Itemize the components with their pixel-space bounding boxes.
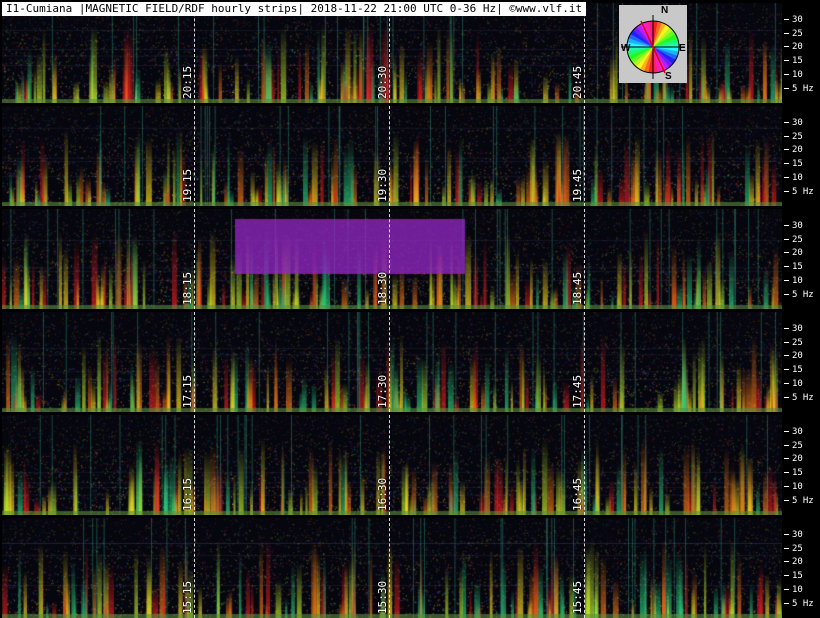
- spectrogram-image: [2, 209, 782, 309]
- frequency-axis: 30 25 20 15 10 5 Hz: [784, 106, 820, 206]
- spectrogram-strip-16: 16:15 16:30 16:45: [2, 415, 782, 515]
- time-label-1945: 19:45: [571, 168, 584, 202]
- frequency-axis: 30 25 20 15 10 5 Hz: [784, 312, 820, 412]
- frequency-tick-label: 15: [784, 572, 803, 581]
- frequency-tick-label: 25: [784, 544, 803, 554]
- time-label-1530: 15:30: [376, 580, 389, 614]
- time-label-1630: 16:30: [376, 477, 389, 511]
- frequency-tick-label: 30: [784, 221, 803, 231]
- quarter-hour-separator: [584, 106, 585, 206]
- quarter-hour-separator: [584, 312, 585, 412]
- quarter-hour-separator: [389, 415, 390, 515]
- quarter-hour-separator: [389, 518, 390, 618]
- quarter-hour-separator: [194, 3, 195, 103]
- frequency-tick-label: 30: [784, 324, 803, 334]
- spectrogram-image: [2, 106, 782, 206]
- quarter-hour-separator: [584, 209, 585, 309]
- time-label-1615: 16:15: [181, 477, 194, 511]
- frequency-tick-label: 15: [784, 366, 803, 375]
- frequency-tick-label: 10: [784, 380, 803, 389]
- frequency-tick-label: 30: [784, 15, 803, 25]
- frequency-tick-label: 20: [784, 249, 803, 258]
- compass-west-label: W: [621, 43, 631, 54]
- time-label-2015: 20:15: [181, 65, 194, 99]
- spectrogram-strip-18: 18:15 18:30 18:45: [2, 209, 782, 309]
- time-label-1730: 17:30: [376, 374, 389, 408]
- frequency-axis: 30 25 20 15 10 5 Hz: [784, 209, 820, 309]
- time-label-2030: 20:30: [376, 65, 389, 99]
- frequency-tick-label: 20: [784, 455, 803, 464]
- quarter-hour-separator: [584, 415, 585, 515]
- quarter-hour-separator: [194, 106, 195, 206]
- spectrogram-image: [2, 312, 782, 412]
- compass-north-label: N: [661, 5, 669, 16]
- frequency-axis: 30 25 20 15 10 5 Hz: [784, 518, 820, 618]
- frequency-axis: 30 25 20 15 10 5 Hz: [784, 415, 820, 515]
- spectrogram-strip-19: 19:15 19:30 19:45: [2, 106, 782, 206]
- frequency-tick-label: 10: [784, 71, 803, 80]
- time-label-2045: 20:45: [571, 65, 584, 99]
- compass-south-label: S: [665, 71, 672, 82]
- frequency-tick-label: 25: [784, 441, 803, 451]
- frequency-tick-label: 5 Hz: [784, 394, 814, 403]
- time-label-1745: 17:45: [571, 374, 584, 408]
- quarter-hour-separator: [389, 3, 390, 103]
- frequency-tick-label: 25: [784, 29, 803, 39]
- frequency-tick-label: 25: [784, 235, 803, 245]
- chart-title: I1-Cumiana |MAGNETIC FIELD/RDF hourly st…: [2, 2, 587, 16]
- frequency-tick-label: 5 Hz: [784, 85, 814, 94]
- quarter-hour-separator: [389, 209, 390, 309]
- frequency-tick-label: 15: [784, 469, 803, 478]
- time-label-1715: 17:15: [181, 374, 194, 408]
- frequency-tick-label: 10: [784, 277, 803, 286]
- quarter-hour-separator: [584, 3, 585, 103]
- quarter-hour-separator: [584, 518, 585, 618]
- quarter-hour-separator: [194, 312, 195, 412]
- quarter-hour-separator: [389, 106, 390, 206]
- spectrogram-strip-15: 15:15 15:30 15:45: [2, 518, 782, 618]
- time-label-1830: 18:30: [376, 271, 389, 305]
- compass-east-label: E: [679, 43, 686, 54]
- frequency-tick-label: 5 Hz: [784, 497, 814, 506]
- frequency-tick-label: 10: [784, 586, 803, 595]
- direction-color-wheel: N E S W: [619, 5, 687, 83]
- frequency-tick-label: 5 Hz: [784, 291, 814, 300]
- frequency-tick-label: 20: [784, 146, 803, 155]
- spectrogram-image: [2, 518, 782, 618]
- time-label-1645: 16:45: [571, 477, 584, 511]
- time-label-1915: 19:15: [181, 168, 194, 202]
- quarter-hour-separator: [194, 518, 195, 618]
- quarter-hour-separator: [194, 415, 195, 515]
- quarter-hour-separator: [389, 312, 390, 412]
- time-label-1845: 18:45: [571, 271, 584, 305]
- frequency-tick-label: 5 Hz: [784, 188, 814, 197]
- frequency-tick-label: 20: [784, 43, 803, 52]
- frequency-tick-label: 20: [784, 558, 803, 567]
- spectrogram-strip-17: 17:15 17:30 17:45: [2, 312, 782, 412]
- spectrogram-strips: 20:15 20:30 20:45 30 25 20 15 10 5 Hz 19:15 19:30 1…: [0, 0, 820, 618]
- time-label-1815: 18:15: [181, 271, 194, 305]
- time-label-1930: 19:30: [376, 168, 389, 202]
- frequency-tick-label: 10: [784, 483, 803, 492]
- frequency-tick-label: 30: [784, 427, 803, 437]
- time-label-1515: 15:15: [181, 580, 194, 614]
- frequency-tick-label: 5 Hz: [784, 600, 814, 609]
- spectrogram-image: [2, 415, 782, 515]
- time-label-1545: 15:45: [571, 580, 584, 614]
- frequency-tick-label: 15: [784, 160, 803, 169]
- frequency-tick-label: 20: [784, 352, 803, 361]
- frequency-tick-label: 15: [784, 57, 803, 66]
- frequency-tick-label: 15: [784, 263, 803, 272]
- frequency-tick-label: 30: [784, 530, 803, 540]
- frequency-tick-label: 25: [784, 132, 803, 142]
- frequency-tick-label: 30: [784, 118, 803, 128]
- frequency-tick-label: 25: [784, 338, 803, 348]
- quarter-hour-separator: [194, 209, 195, 309]
- frequency-axis: 30 25 20 15 10 5 Hz: [784, 3, 820, 103]
- frequency-tick-label: 10: [784, 174, 803, 183]
